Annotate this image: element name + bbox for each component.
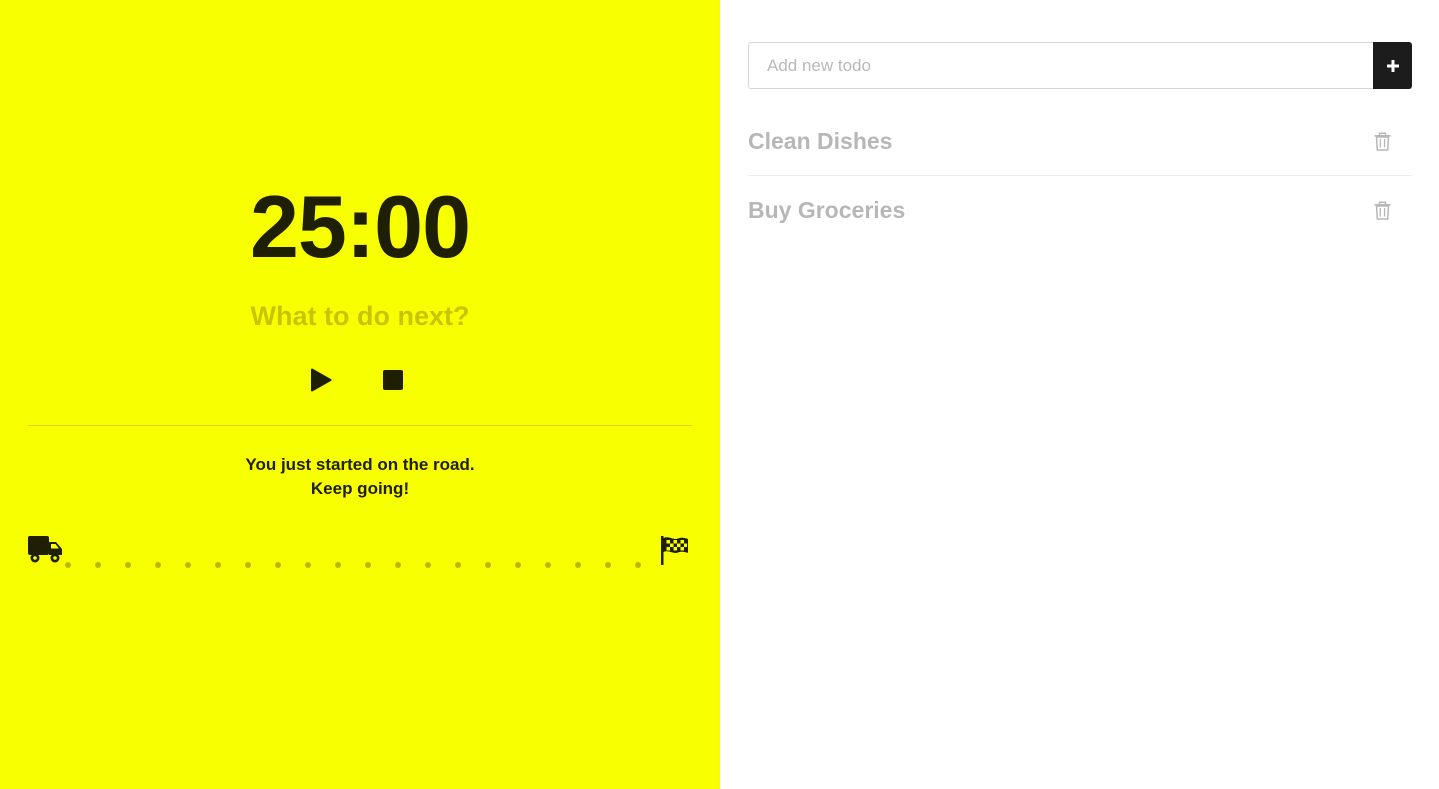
- checkered-flag-icon: [661, 536, 688, 565]
- road-message: You just started on the road. Keep going…: [0, 453, 720, 501]
- road-dot: [635, 562, 641, 568]
- road-dot: [575, 562, 581, 568]
- stop-icon: [383, 370, 403, 390]
- road-dot: [125, 562, 131, 568]
- todo-item: Buy Groceries: [748, 176, 1412, 245]
- divider: [28, 425, 692, 426]
- app-root: 25:00 What to do next? You just started …: [0, 0, 1439, 789]
- road-dot: [485, 562, 491, 568]
- next-task-label: What to do next?: [250, 301, 470, 331]
- todo-list: Clean Dishes Buy Groceries: [748, 107, 1412, 245]
- road-dot: [605, 562, 611, 568]
- add-todo-form: [748, 42, 1412, 89]
- road-dot: [515, 562, 521, 568]
- road-message-line1: You just started on the road.: [245, 455, 475, 474]
- road-dot: [305, 562, 311, 568]
- road-dot: [65, 562, 71, 568]
- road-dot: [425, 562, 431, 568]
- road-dot: [245, 562, 251, 568]
- road-dot: [335, 562, 341, 568]
- road-dot: [95, 562, 101, 568]
- play-button[interactable]: [307, 366, 335, 394]
- road-dot: [155, 562, 161, 568]
- timer-panel: 25:00 What to do next? You just started …: [0, 0, 720, 789]
- road-dot: [455, 562, 461, 568]
- timer-display: 25:00: [249, 177, 471, 276]
- timer-controls: [0, 366, 720, 394]
- truck-icon: [28, 536, 62, 563]
- road-dot: [275, 562, 281, 568]
- road-message-line2: Keep going!: [310, 479, 410, 498]
- delete-todo-button[interactable]: [1372, 200, 1392, 222]
- add-todo-button[interactable]: [1373, 42, 1412, 89]
- trash-icon: [1374, 201, 1390, 220]
- stop-button[interactable]: [379, 366, 407, 394]
- plus-icon: [1386, 59, 1399, 72]
- todo-item: Clean Dishes: [748, 107, 1412, 176]
- road-dot: [545, 562, 551, 568]
- add-todo-input[interactable]: [748, 42, 1373, 89]
- road-dot: [215, 562, 221, 568]
- play-icon: [311, 368, 332, 392]
- road-dot: [395, 562, 401, 568]
- road-dots: [28, 534, 692, 570]
- road-dot: [365, 562, 371, 568]
- road-dot: [185, 562, 191, 568]
- todo-panel: Clean Dishes Buy Groceries: [720, 0, 1439, 789]
- delete-todo-button[interactable]: [1372, 130, 1392, 152]
- todo-item-label[interactable]: Buy Groceries: [748, 197, 905, 224]
- todo-item-label[interactable]: Clean Dishes: [748, 128, 892, 155]
- progress-road: [28, 534, 692, 570]
- trash-icon: [1374, 131, 1390, 151]
